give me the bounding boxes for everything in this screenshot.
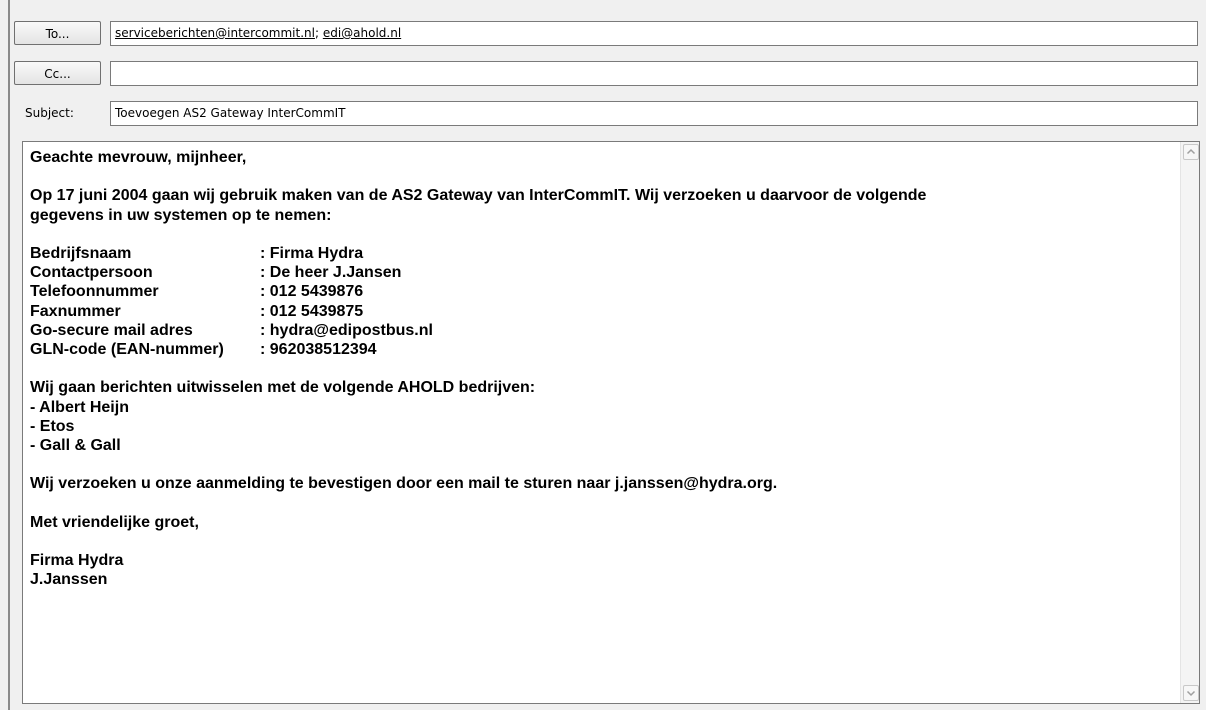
closing: Met vriendelijke groet, [30,513,199,531]
confirm-request: Wij verzoeken u onze aanmelding te beves… [30,475,778,493]
recipient-separator: ; [314,26,323,40]
detail-row: Bedrijfsnaam : Firma Hydra [30,244,1170,263]
subject-label: Subject: [25,106,74,120]
to-recipient[interactable]: edi@ahold.nl [323,26,401,40]
to-recipient[interactable]: serviceberichten@intercommit.nl [115,26,315,40]
detail-key: Telefoonnummer [30,283,159,301]
detail-row: GLN-code (EAN-nummer) : 962038512394 [30,340,1170,359]
detail-value: : De heer J.Jansen [260,264,402,282]
detail-key: Bedrijfsnaam [30,244,132,262]
intro-line: gegevens in uw systemen op te nemen: [30,206,332,224]
signature-name: J.Janssen [30,571,108,589]
window-frame-edge [8,0,10,710]
to-button[interactable]: To... [14,21,101,45]
greeting: Geachte mevrouw, mijnheer, [30,149,247,166]
message-body[interactable]: Geachte mevrouw, mijnheer, Op 17 juni 20… [22,141,1200,704]
detail-value: : 012 5439875 [260,302,364,320]
company-item: - Albert Heijn [30,398,129,416]
detail-row: Telefoonnummer : 012 5439876 [30,282,1170,301]
detail-key: Faxnummer [30,302,121,320]
subject-field[interactable]: Toevoegen AS2 Gateway InterCommIT [110,101,1198,126]
message-text: Geachte mevrouw, mijnheer, Op 17 juni 20… [30,148,1170,590]
chevron-up-icon[interactable] [1183,144,1199,160]
cc-button[interactable]: Cc... [14,61,101,85]
detail-value: : 012 5439876 [260,283,364,301]
signature-company: Firma Hydra [30,552,124,570]
detail-row: Contactpersoon : De heer J.Jansen [30,263,1170,282]
cc-field[interactable] [110,61,1198,86]
intro-line: Op 17 juni 2004 gaan wij gebruik maken v… [30,187,927,205]
companies-intro: Wij gaan berichten uitwisselen met de vo… [30,379,536,397]
chevron-down-icon[interactable] [1183,685,1199,701]
company-item: - Etos [30,417,75,435]
detail-value: : 962038512394 [260,341,377,358]
detail-key: Go-secure mail adres [30,321,193,339]
detail-row: Go-secure mail adres : hydra@edipostbus.n… [30,321,1170,340]
detail-row: Faxnummer : 012 5439875 [30,302,1170,321]
detail-value: : hydra@edipostbus.nl [260,321,433,339]
detail-key: Contactpersoon [30,264,153,282]
to-field[interactable]: serviceberichten@intercommit.nl; edi@aho… [110,21,1198,46]
vertical-scrollbar[interactable] [1180,142,1199,703]
detail-key: GLN-code (EAN-nummer) [30,341,224,358]
detail-value: : Firma Hydra [260,244,364,262]
company-item: - Gall & Gall [30,437,121,454]
